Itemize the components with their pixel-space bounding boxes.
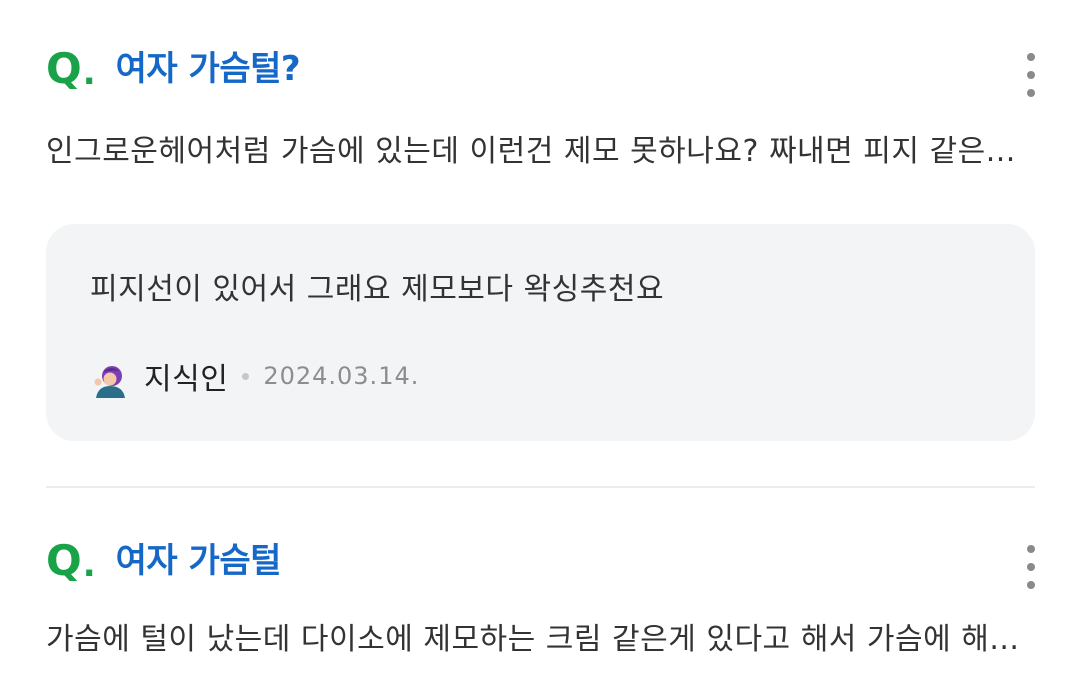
answer-card[interactable]: 피지선이 있어서 그래요 제모보다 왁싱추천요 지식인 2024.03.14. <box>46 224 1035 441</box>
separator-dot <box>242 372 250 380</box>
kebab-menu-icon[interactable] <box>1020 53 1042 97</box>
question-title[interactable]: 여자 가슴털 <box>116 544 282 578</box>
question-mark-dot: . <box>82 53 96 93</box>
answer-author-row: 지식인 2024.03.14. <box>90 354 419 398</box>
question-title[interactable]: 여자 가슴털? <box>116 52 301 86</box>
question-snippet[interactable]: 인그로운헤어처럼 가슴에 있는데 이런건 제모 못하나요? 짜내면 피지 같은.… <box>46 132 1036 172</box>
question-header[interactable]: Q . 여자 가슴털 <box>46 536 281 586</box>
question-snippet[interactable]: 가슴에 털이 났는데 다이소에 제모하는 크림 같은게 있다고 해서 가슴에 해… <box>46 620 1036 660</box>
question-header[interactable]: Q . 여자 가슴털? <box>46 44 301 94</box>
author-name: 지식인 <box>144 362 229 397</box>
question-mark-icon: Q <box>46 44 82 93</box>
answer-date: 2024.03.14. <box>263 362 420 390</box>
result-divider <box>46 486 1035 488</box>
avatar-icon <box>94 366 125 398</box>
answer-text: 피지선이 있어서 그래요 제모보다 왁싱추천요 <box>90 272 665 307</box>
question-mark-icon: Q <box>46 536 82 585</box>
kebab-menu-icon[interactable] <box>1020 545 1042 589</box>
question-mark-dot: . <box>82 545 96 585</box>
